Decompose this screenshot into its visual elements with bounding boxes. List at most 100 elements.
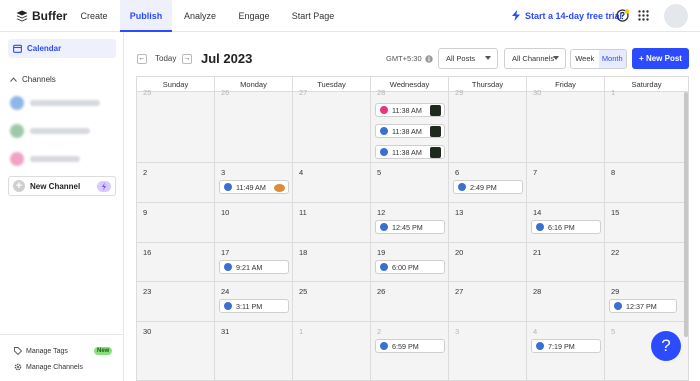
calendar-day-cell[interactable]: 16 [137, 243, 215, 282]
sidebar-item-label: Calendar [27, 44, 62, 53]
help-chat-button[interactable]: ? [651, 331, 681, 361]
calendar-day-cell[interactable]: 26 [215, 88, 293, 163]
calendar-day-cell[interactable]: 28 [527, 282, 605, 322]
calendar-day-cell[interactable]: 29 [449, 88, 527, 163]
scheduled-post[interactable]: 12:37 PM [609, 299, 677, 313]
tab-publish[interactable]: Publish [120, 0, 172, 32]
manage-channels-link[interactable]: Manage Channels [14, 363, 83, 371]
calendar-day-cell[interactable]: 10 [215, 203, 293, 243]
calendar-day-cell[interactable]: 4 [293, 163, 371, 203]
day-number: 29 [611, 287, 620, 296]
facebook-icon [224, 302, 232, 310]
calendar-day-cell[interactable]: 3 11:49 AM [215, 163, 293, 203]
calendar-day-cell[interactable]: 11 [293, 203, 371, 243]
calendar-day-cell[interactable]: 8 [605, 163, 689, 203]
calendar-day-cell[interactable]: 5 [371, 163, 449, 203]
view-week-button[interactable]: Week [571, 50, 599, 68]
calendar-day-cell[interactable]: 9 [137, 203, 215, 243]
scheduled-post[interactable]: 6:16 PM [531, 220, 601, 234]
calendar-day-cell[interactable]: 12 12:45 PM [371, 203, 449, 243]
scheduled-post[interactable]: 7:19 PM [531, 339, 601, 353]
channel-item[interactable] [10, 152, 114, 166]
buffer-logo[interactable]: Buffer [16, 9, 67, 23]
apps-grid-icon[interactable] [638, 10, 649, 21]
calendar-day-cell[interactable]: 30 [527, 88, 605, 163]
scheduled-post[interactable]: 12:45 PM [375, 220, 445, 234]
tag-icon [14, 347, 22, 355]
tab-create[interactable]: Create [73, 0, 115, 32]
calendar-day-cell[interactable]: 22 [605, 243, 689, 282]
facebook-icon [458, 183, 466, 191]
info-icon[interactable] [424, 54, 433, 63]
timezone-label: GMT+5:30 [386, 54, 422, 63]
plus-icon: + [13, 180, 25, 192]
calendar-scrollbar[interactable] [684, 92, 688, 337]
new-post-button[interactable]: + New Post [632, 48, 689, 69]
calendar-day-cell[interactable]: 25 [137, 88, 215, 163]
channels-section-toggle[interactable]: Channels [10, 75, 56, 84]
calendar-day-cell[interactable]: 1 [293, 322, 371, 381]
calendar-day-cell[interactable]: 7 [527, 163, 605, 203]
calendar-day-cell[interactable]: 14 6:16 PM [527, 203, 605, 243]
calendar-day-cell[interactable]: 28 11:38 AM 11:38 AM 11:38 AM [371, 88, 449, 163]
tab-engage[interactable]: Engage [231, 0, 277, 32]
scheduled-post[interactable]: 11:49 AM [219, 180, 289, 194]
scheduled-post[interactable]: 11:38 AM [375, 124, 445, 138]
post-time: 6:16 PM [548, 222, 575, 232]
calendar-day-cell[interactable]: 23 [137, 282, 215, 322]
calendar-day-cell[interactable]: 27 [449, 282, 527, 322]
calendar-day-cell[interactable]: 25 [293, 282, 371, 322]
day-number: 28 [377, 88, 386, 97]
calendar-day-cell[interactable]: 19 6:00 PM [371, 243, 449, 282]
scheduled-post[interactable]: 9:21 AM [219, 260, 289, 274]
day-number: 3 [455, 327, 460, 336]
calendar-day-cell[interactable]: 27 [293, 88, 371, 163]
view-month-button[interactable]: Month [598, 50, 626, 68]
help-circle-icon[interactable] [616, 9, 629, 22]
posts-filter-dropdown[interactable]: All Posts [438, 48, 498, 69]
facebook-icon [380, 342, 388, 350]
calendar-day-cell[interactable]: 31 [215, 322, 293, 381]
calendar-day-cell[interactable]: 2 6:59 PM [371, 322, 449, 381]
channel-item[interactable] [10, 96, 114, 110]
channel-item[interactable] [10, 124, 114, 138]
calendar-day-cell[interactable]: 17 9:21 AM [215, 243, 293, 282]
scheduled-post[interactable]: 11:38 AM [375, 145, 445, 159]
calendar-day-cell[interactable]: 29 12:37 PM [605, 282, 689, 322]
free-trial-link[interactable]: Start a 14-day free trial [511, 10, 622, 21]
user-avatar[interactable] [664, 4, 688, 28]
scheduled-post[interactable]: 2:49 PM [453, 180, 523, 194]
calendar-day-cell[interactable]: 6 2:49 PM [449, 163, 527, 203]
today-button[interactable]: Today [155, 54, 176, 63]
calendar-day-cell[interactable]: 3 [449, 322, 527, 381]
calendar-day-cell[interactable]: 18 [293, 243, 371, 282]
calendar-day-cell[interactable]: 1 [605, 88, 689, 163]
day-number: 10 [221, 208, 230, 217]
scheduled-post[interactable]: 3:11 PM [219, 299, 289, 313]
facebook-icon [224, 263, 232, 271]
calendar-day-cell[interactable]: 13 [449, 203, 527, 243]
scheduled-post[interactable]: 6:00 PM [375, 260, 445, 274]
calendar-day-cell[interactable]: 20 [449, 243, 527, 282]
scheduled-post[interactable]: 11:38 AM [375, 103, 445, 117]
post-time: 11:38 AM [392, 105, 422, 115]
manage-tags-link[interactable]: Manage Tags [14, 347, 68, 355]
calendar-day-cell[interactable]: 30 [137, 322, 215, 381]
prev-month-button[interactable]: ← [137, 54, 147, 64]
channels-filter-dropdown[interactable]: All Channels [504, 48, 566, 69]
next-month-button[interactable]: → [182, 54, 192, 64]
calendar-day-cell[interactable]: 15 [605, 203, 689, 243]
calendar-day-cell[interactable]: 26 [371, 282, 449, 322]
calendar-day-cell[interactable]: 2 [137, 163, 215, 203]
calendar-day-cell[interactable]: 24 3:11 PM [215, 282, 293, 322]
sidebar-item-calendar[interactable]: Calendar [8, 39, 116, 58]
new-channel-button[interactable]: + New Channel [8, 176, 116, 196]
calendar-day-cell[interactable]: 21 [527, 243, 605, 282]
tab-start-page[interactable]: Start Page [287, 0, 339, 32]
day-number: 3 [221, 168, 226, 177]
sidebar-footer: Manage Tags New Manage Channels [0, 334, 124, 381]
calendar-day-cell[interactable]: 4 7:19 PM [527, 322, 605, 381]
arrow-right-icon: → [183, 55, 191, 62]
scheduled-post[interactable]: 6:59 PM [375, 339, 445, 353]
tab-analyze[interactable]: Analyze [177, 0, 223, 32]
